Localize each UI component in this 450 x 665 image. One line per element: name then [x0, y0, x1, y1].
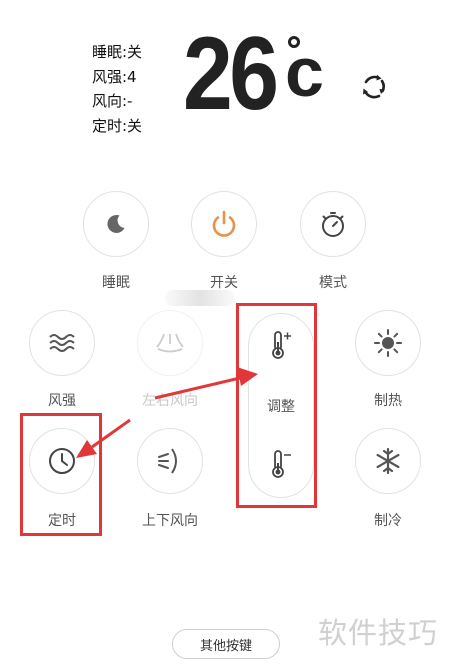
arrow-to-timer: [91, 418, 131, 449]
other-keys-button[interactable]: 其他按键: [172, 629, 280, 659]
arrowhead-adjust: [237, 367, 258, 386]
annotation-arrows: [76, 367, 258, 458]
watermark: 软件技巧: [318, 616, 439, 650]
arrowhead-timer: [76, 440, 97, 458]
arrow-to-adjust: [154, 376, 241, 400]
